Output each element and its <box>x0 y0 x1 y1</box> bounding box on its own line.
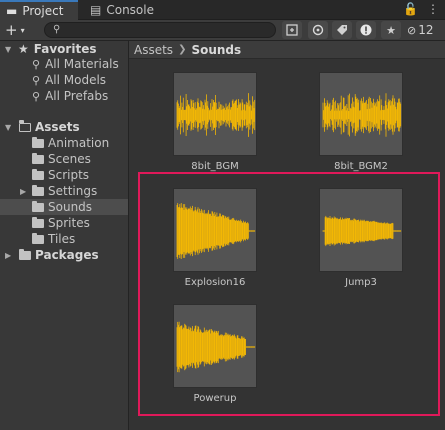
waveform <box>176 321 256 373</box>
tree-favorites[interactable]: ▼ ★ Favorites <box>0 41 128 57</box>
tab-project-label: Project <box>22 4 64 18</box>
tree-item-label: Scripts <box>48 168 90 182</box>
plus-icon: + <box>5 21 18 39</box>
tree-item-label: All Materials <box>45 57 119 71</box>
asset-item[interactable]: Explosion16 <box>165 188 265 288</box>
star-icon: ★ <box>18 42 29 56</box>
asset-item[interactable]: 8bit_BGM <box>165 72 265 172</box>
tree-item-label: Tiles <box>48 232 76 246</box>
tree-item-all-prefabs[interactable]: ⚲ All Prefabs <box>0 88 128 104</box>
asset-name: 8bit_BGM <box>191 161 239 172</box>
console-icon: ▤ <box>90 3 102 17</box>
tree-item-all-materials[interactable]: ⚲ All Materials <box>0 56 128 72</box>
asset-grid-panel: Assets ❯ Sounds 8bit_BGM 8bit_BGM2 Explo… <box>129 41 445 430</box>
unity-cube-icon <box>312 24 324 36</box>
expand-arrow-icon[interactable]: ▼ <box>5 123 11 132</box>
favorites-button[interactable]: ★ <box>381 21 401 39</box>
tree-item-sounds[interactable]: Sounds <box>0 199 128 215</box>
tree-item-scripts[interactable]: Scripts <box>0 167 128 183</box>
asset-item[interactable]: 8bit_BGM2 <box>311 72 411 172</box>
folder-open-icon <box>18 120 31 132</box>
chevron-right-icon: ❯ <box>178 44 187 55</box>
tree-item-label: Animation <box>48 136 110 150</box>
tag-icon <box>337 25 347 35</box>
waveform <box>322 93 402 137</box>
tree-assets[interactable]: ▼ Assets <box>0 119 128 135</box>
search-icon: ⚲ <box>32 73 41 87</box>
star-icon: ★ <box>386 23 396 37</box>
asset-item[interactable]: Powerup <box>165 304 265 404</box>
window-controls: 🔓 ⋮ <box>403 2 439 16</box>
tree-item-label: Settings <box>48 184 98 198</box>
waveform <box>322 215 402 247</box>
breadcrumb: Assets ❯ Sounds <box>129 41 445 59</box>
folder-icon: ▬ <box>6 4 18 18</box>
folder-icon <box>32 232 44 244</box>
tree-packages-label: Packages <box>35 248 99 262</box>
warning-icon <box>360 24 372 36</box>
search-log-button[interactable] <box>356 21 376 39</box>
asset-name: 8bit_BGM2 <box>334 161 388 172</box>
expand-arrow-icon[interactable]: ▶ <box>20 187 26 196</box>
search-icon: ⚲ <box>32 57 41 71</box>
folder-icon <box>19 248 31 260</box>
toolbar: + ▾ ⚲ ★ ⊘ 12 <box>0 20 445 41</box>
asset-item[interactable]: Jump3 <box>311 188 411 288</box>
tab-bar: ▬ Project ▤ Console 🔓 ⋮ <box>0 0 445 20</box>
tab-project[interactable]: ▬ Project <box>0 0 78 20</box>
breadcrumb-assets[interactable]: Assets <box>134 43 173 57</box>
eye-slash-icon: ⊘ <box>407 23 417 37</box>
tree-item-label: Scenes <box>48 152 91 166</box>
type-filter-icon <box>286 24 298 36</box>
tree-item-sprites[interactable]: Sprites <box>0 215 128 231</box>
tab-console-label: Console <box>106 3 154 17</box>
tree-packages[interactable]: ▶ Packages <box>0 247 128 263</box>
tree-assets-label: Assets <box>35 120 80 134</box>
lock-icon[interactable]: 🔓 <box>403 2 418 16</box>
folder-icon <box>32 152 44 164</box>
audio-thumbnail <box>319 188 403 272</box>
tree-item-label: All Prefabs <box>45 89 109 103</box>
asset-name: Powerup <box>193 393 237 404</box>
folder-icon <box>32 168 44 180</box>
asset-name: Jump3 <box>345 277 377 288</box>
folder-icon <box>32 200 44 212</box>
folder-icon <box>32 136 44 148</box>
expand-arrow-icon[interactable]: ▶ <box>5 251 11 260</box>
folder-icon <box>32 184 44 196</box>
project-window: ▬ Project ▤ Console 🔓 ⋮ + ▾ ⚲ ★ ⊘ 12 ▼ ★… <box>0 0 445 430</box>
audio-thumbnail <box>173 72 257 156</box>
create-button[interactable]: + ▾ <box>2 21 36 39</box>
tree-item-scenes[interactable]: Scenes <box>0 151 128 167</box>
folder-tree: ▼ ★ Favorites ⚲ All Materials ⚲ All Mode… <box>0 41 129 430</box>
expand-arrow-icon[interactable]: ▼ <box>5 45 11 54</box>
tree-item-animation[interactable]: Animation <box>0 135 128 151</box>
tree-item-settings[interactable]: ▶ Settings <box>0 183 128 199</box>
search-icon: ⚲ <box>53 24 61 35</box>
chevron-down-icon: ▾ <box>20 25 25 35</box>
tab-console[interactable]: ▤ Console <box>86 0 154 20</box>
asset-name: Explosion16 <box>184 277 246 288</box>
search-icon: ⚲ <box>32 89 41 103</box>
tree-item-label: All Models <box>45 73 107 87</box>
folder-icon <box>32 216 44 228</box>
search-filter-button[interactable] <box>308 21 328 39</box>
audio-thumbnail <box>173 304 257 388</box>
audio-thumbnail <box>173 188 257 272</box>
waveform <box>176 203 256 259</box>
tree-item-all-models[interactable]: ⚲ All Models <box>0 72 128 88</box>
search-input[interactable]: ⚲ <box>44 22 276 38</box>
search-by-type-button[interactable] <box>282 21 302 39</box>
tree-favorites-label: Favorites <box>33 42 97 56</box>
waveform <box>176 93 256 137</box>
search-by-label-button[interactable] <box>332 21 352 39</box>
tree-item-label: Sprites <box>48 216 90 230</box>
audio-thumbnail <box>319 72 403 156</box>
hidden-packages-toggle[interactable]: ⊘ 12 <box>407 21 434 39</box>
more-menu-icon[interactable]: ⋮ <box>427 2 439 16</box>
hidden-count-label: 12 <box>418 23 434 37</box>
tree-item-tiles[interactable]: Tiles <box>0 231 128 247</box>
tree-item-label: Sounds <box>48 200 93 214</box>
breadcrumb-current: Sounds <box>191 42 242 57</box>
